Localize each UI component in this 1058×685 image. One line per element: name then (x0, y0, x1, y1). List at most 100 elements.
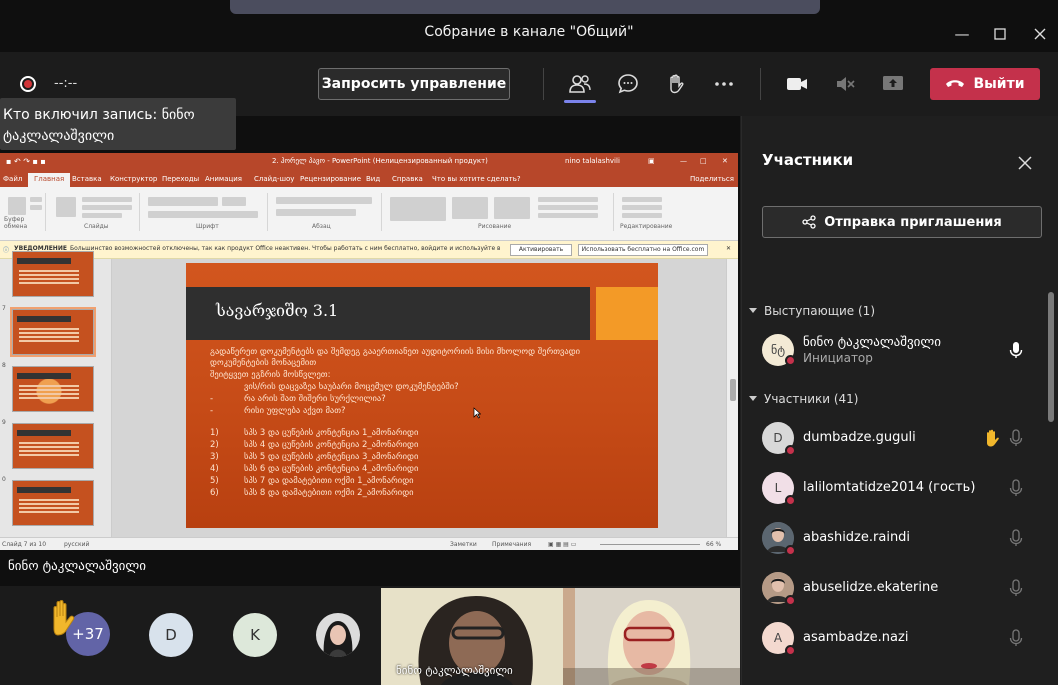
slide-text-line: დოკუმენტების მონაცემით (210, 358, 317, 368)
ppt-window-title: 2. ჰორელ პავო - PowerPoint (Нелицензиров… (272, 157, 488, 165)
participant-row[interactable]: abashidze.raindi (762, 518, 1042, 562)
request-control-button[interactable]: Запросить управление (318, 68, 510, 100)
slide-item: სპს 7 და დამატებითი ოქმი 1_ამონარიდი (244, 476, 414, 486)
ppt-status-bar: Слайд 7 из 10 русский Заметки Примечания… (0, 537, 738, 550)
leave-button[interactable]: Выйти (930, 68, 1040, 100)
status-badge (785, 645, 796, 656)
slide-item-number: 2) (210, 440, 219, 450)
chat-icon (618, 74, 638, 94)
participant-avatar[interactable]: D (149, 613, 193, 657)
participant-photo-avatar[interactable] (316, 613, 360, 657)
presenter-name: ნინო ტაკლალაშვილი (8, 559, 146, 574)
slide-thumbnail[interactable] (12, 480, 94, 526)
participant-row[interactable]: abuselidze.ekaterine (762, 568, 1042, 612)
window-title: Собрание в канале "Общий" (424, 24, 634, 40)
participant-row[interactable]: Ddumbadze.guguli (762, 418, 1042, 462)
microphone-off-icon (1009, 629, 1023, 646)
slide-thumbnail[interactable] (12, 251, 94, 297)
slide-item-number: 4) (210, 464, 219, 474)
hang-up-icon (946, 80, 965, 87)
participant-row[interactable]: Aasambadze.nazi (762, 618, 1042, 662)
share-screen-button[interactable] (879, 70, 907, 98)
send-invite-button[interactable]: Отправка приглашения (762, 206, 1042, 238)
ellipsis-icon (715, 82, 733, 86)
mute-button[interactable] (831, 70, 859, 98)
ribbon-group-font: Шрифт (196, 223, 219, 230)
microphone-off-icon (1009, 479, 1023, 496)
send-invite-label: Отправка приглашения (824, 214, 1002, 230)
use-free-button[interactable]: Использовать бесплатно на Office.com (578, 244, 708, 256)
slide-accent-block (596, 287, 658, 340)
slide-item: სპს 5 და ცუწების კონტენცია 3_ამონარიდი (244, 452, 419, 462)
attendees-section-toggle[interactable]: Участники (41) (749, 392, 858, 406)
ppt-tab-view[interactable]: Вид (366, 175, 380, 183)
participants-active-indicator (564, 100, 596, 103)
status-comments-button[interactable]: Примечания (492, 541, 531, 548)
slide-bullet: - (210, 394, 214, 404)
participants-panel-title: Участники (762, 151, 854, 169)
participant-row-presenter[interactable]: ნტ ნინო ტაკლალაშვილი Инициатор (762, 330, 1042, 374)
slide-thumbnail[interactable] (12, 366, 94, 412)
close-panel-button[interactable] (1014, 152, 1036, 174)
slide-text-line: რა არის შათ შიშერი სურქლილია? (244, 394, 386, 404)
participant-row[interactable]: Llalilomtatidze2014 (гость) (762, 468, 1042, 512)
participants-button[interactable] (566, 70, 594, 98)
status-badge (785, 545, 796, 556)
raised-hand-icon (53, 600, 75, 636)
ppt-slide-thumbnails[interactable]: 7 8 9 0 (0, 251, 112, 539)
microphone-off-icon (1009, 429, 1023, 446)
ppt-tab-slideshow[interactable]: Слайд-шоу (254, 175, 294, 183)
ppt-tab-transitions[interactable]: Переходы (162, 175, 199, 183)
slide-item: სპს 4 და ცუწების კონტენცია 2_ამონარიდი (244, 440, 419, 450)
slide-text-line: გადაწერეთ დოკუმენტებს და შემდეგ გააერთია… (210, 347, 581, 357)
background-window-strip (230, 0, 820, 14)
ppt-tab-insert[interactable]: Вставка (72, 175, 102, 183)
microphone-icon (1009, 342, 1023, 358)
attendees-header: Участники (41) (764, 392, 859, 406)
title-bar: Собрание в канале "Общий" — (0, 0, 1058, 52)
ribbon-group-drawing: Рисование (478, 223, 512, 230)
participant-name: lalilomtatidze2014 (гость) (803, 480, 976, 495)
ppt-tab-file[interactable]: Файл (3, 175, 22, 183)
participant-avatar[interactable]: K (233, 613, 277, 657)
ppt-scrollbar[interactable] (726, 259, 738, 539)
meeting-timer: --:-- (54, 76, 78, 91)
raise-hand-button[interactable] (662, 70, 690, 98)
ppt-tell-me[interactable]: Что вы хотите сделать? (432, 175, 521, 183)
ribbon-group-slides: Слайды (84, 223, 109, 230)
maximize-button[interactable] (988, 22, 1012, 46)
slide-bullet: - (210, 406, 214, 416)
chat-button[interactable] (614, 70, 642, 98)
ppt-share-label[interactable]: Поделиться (690, 175, 734, 183)
slide-thumbnail[interactable] (12, 423, 94, 469)
slide-item-number: 3) (210, 452, 219, 462)
participant-name: ნინო ტაკლალაშვილი (803, 335, 941, 350)
toolbar-divider (543, 68, 544, 100)
minimize-button[interactable]: — (950, 22, 974, 46)
ppt-tab-animations[interactable]: Анимация (205, 175, 242, 183)
slide-text-line: შეიტყვეთ ეგზრის მოსწვლეთ: (210, 370, 331, 380)
camera-button[interactable] (783, 70, 811, 98)
close-icon (1018, 156, 1032, 170)
status-zoom: 66 % (706, 541, 722, 548)
close-window-button[interactable] (1028, 22, 1052, 46)
raised-hand-icon (987, 429, 999, 447)
slide-thumbnail-selected[interactable] (10, 307, 96, 357)
status-badge (785, 445, 796, 456)
ppt-tab-design[interactable]: Конструктор (110, 175, 157, 183)
presenters-section-toggle[interactable]: Выступающие (1) (749, 304, 875, 318)
slide-item-number: 5) (210, 476, 219, 486)
participant-name: abuselidze.ekaterine (803, 580, 939, 595)
zoom-slider[interactable] (600, 544, 700, 545)
presenter-name-bar: ნინო ტაკლალაშვილი (0, 550, 740, 586)
slide-title: სავარჯიშო 3.1 (216, 301, 339, 320)
status-notes-button[interactable]: Заметки (450, 541, 477, 548)
ppt-tab-review[interactable]: Рецензирование (300, 175, 361, 183)
ppt-ribbon: Буфер обмена Слайды Шрифт Абзац Рисовани… (0, 187, 738, 241)
activate-button[interactable]: Активировать (510, 244, 572, 256)
ppt-tab-home[interactable]: Главная (28, 173, 71, 187)
ppt-tab-help[interactable]: Справка (392, 175, 423, 183)
more-actions-button[interactable] (710, 70, 738, 98)
microphone-off-icon (1009, 579, 1023, 596)
panel-scrollbar[interactable] (1048, 292, 1054, 422)
